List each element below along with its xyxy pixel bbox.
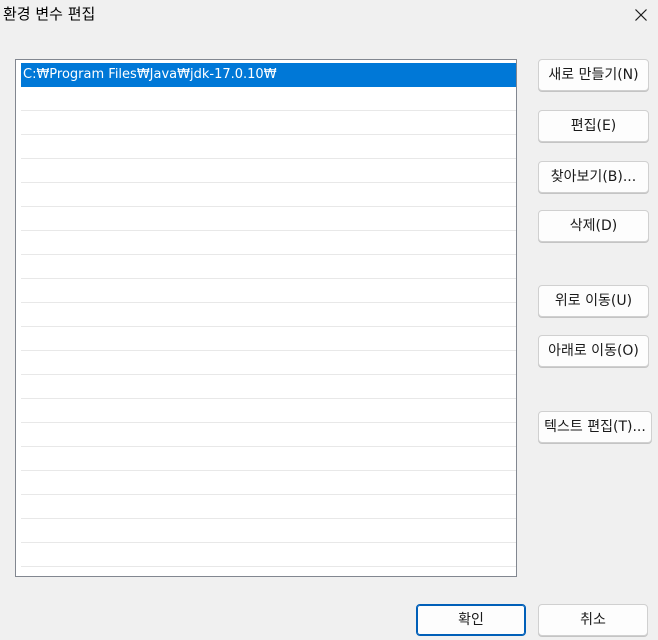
path-list-empty-row[interactable] (21, 399, 516, 423)
move-down-button[interactable]: 아래로 이동(O) (538, 335, 649, 367)
move-up-button[interactable]: 위로 이동(U) (538, 285, 649, 317)
path-list-empty-row[interactable] (21, 567, 516, 576)
dialog-title: 환경 변수 편집 (3, 5, 96, 23)
path-list-empty-row[interactable] (21, 111, 516, 135)
path-list-empty-row[interactable] (21, 327, 516, 351)
path-list-empty-row[interactable] (21, 135, 516, 159)
cancel-button[interactable]: 취소 (538, 604, 648, 636)
title-bar: 환경 변수 편집 (0, 0, 658, 30)
path-list-empty-row[interactable] (21, 183, 516, 207)
edit-button[interactable]: 편집(E) (538, 110, 649, 142)
path-list-item-selected[interactable]: C:₩Program Files₩Java₩jdk-17.0.10₩ (21, 63, 516, 87)
path-list-empty-row[interactable] (21, 471, 516, 495)
path-list-empty-row[interactable] (21, 543, 516, 567)
path-list-empty-row[interactable] (21, 351, 516, 375)
edit-text-button[interactable]: 텍스트 편집(T)... (538, 411, 652, 443)
ok-button[interactable]: 확인 (416, 604, 526, 636)
path-list-empty-row[interactable] (21, 159, 516, 183)
path-list-empty-row[interactable] (21, 447, 516, 471)
path-list-empty-row[interactable] (21, 495, 516, 519)
browse-button[interactable]: 찾아보기(B)... (538, 161, 649, 193)
delete-button[interactable]: 삭제(D) (538, 210, 649, 242)
path-list-empty-row[interactable] (21, 423, 516, 447)
edit-environment-variable-dialog: 환경 변수 편집 C:₩Program Files₩Java₩jdk-17.0.… (0, 0, 658, 640)
close-icon (634, 8, 648, 22)
path-list-empty-row[interactable] (21, 375, 516, 399)
path-list-empty-row[interactable] (21, 231, 516, 255)
path-list-empty-row[interactable] (21, 255, 516, 279)
new-button[interactable]: 새로 만들기(N) (538, 59, 649, 91)
path-list-empty-row[interactable] (21, 87, 516, 111)
path-list-empty-row[interactable] (21, 519, 516, 543)
path-list-empty-row[interactable] (21, 303, 516, 327)
path-list[interactable]: C:₩Program Files₩Java₩jdk-17.0.10₩ (15, 59, 517, 577)
path-list-empty-row[interactable] (21, 207, 516, 231)
close-button[interactable] (624, 0, 658, 30)
path-list-empty-row[interactable] (21, 279, 516, 303)
